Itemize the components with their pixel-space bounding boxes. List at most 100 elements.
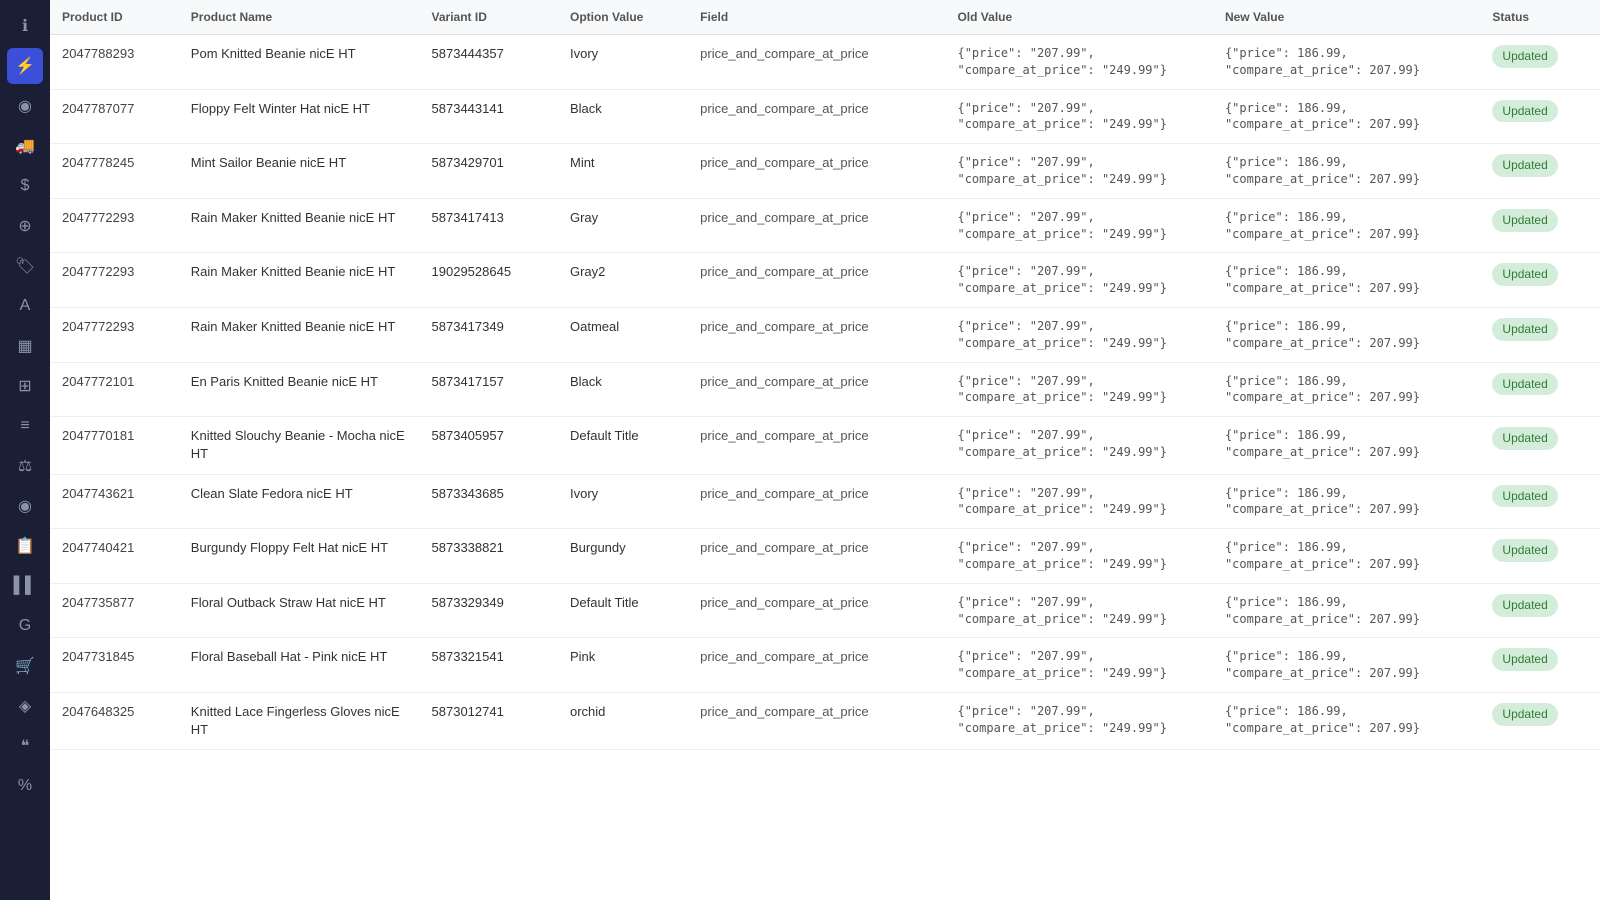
variant-id-cell: 5873012741 bbox=[420, 692, 558, 749]
dollar-icon[interactable]: $ bbox=[7, 168, 43, 204]
field-cell: price_and_compare_at_price bbox=[688, 144, 945, 199]
table-row: 2047740421Burgundy Floppy Felt Hat nicE … bbox=[50, 529, 1600, 584]
variant-id-cell: 5873343685 bbox=[420, 474, 558, 529]
eye-icon[interactable]: ◉ bbox=[7, 488, 43, 524]
product-id-cell: 2047778245 bbox=[50, 144, 179, 199]
new-value-cell: {"price": 186.99, "compare_at_price": 20… bbox=[1213, 144, 1480, 199]
option-value-cell: Pink bbox=[558, 638, 688, 693]
col-option-value: Option Value bbox=[558, 0, 688, 35]
field-cell: price_and_compare_at_price bbox=[688, 362, 945, 417]
old-value-cell: {"price": "207.99", "compare_at_price": … bbox=[945, 253, 1212, 308]
variant-id-cell: 5873443141 bbox=[420, 89, 558, 144]
new-value-cell: {"price": 186.99, "compare_at_price": 20… bbox=[1213, 198, 1480, 253]
info-icon[interactable]: ℹ bbox=[7, 8, 43, 44]
g-icon[interactable]: G bbox=[7, 608, 43, 644]
product-name-cell: Rain Maker Knitted Beanie nicE HT bbox=[179, 198, 420, 253]
product-id-cell: 2047740421 bbox=[50, 529, 179, 584]
option-value-cell: orchid bbox=[558, 692, 688, 749]
list-icon[interactable]: ≡ bbox=[7, 408, 43, 444]
new-value-cell: {"price": 186.99, "compare_at_price": 20… bbox=[1213, 35, 1480, 90]
cart-icon[interactable]: 🛒 bbox=[7, 648, 43, 684]
text-icon[interactable]: A bbox=[7, 288, 43, 324]
product-name-cell: Mint Sailor Beanie nicE HT bbox=[179, 144, 420, 199]
option-value-cell: Black bbox=[558, 89, 688, 144]
status-badge: Updated bbox=[1492, 318, 1557, 341]
tag-icon[interactable]: 🏷 bbox=[7, 248, 43, 284]
product-id-cell: 2047735877 bbox=[50, 583, 179, 638]
old-value-cell: {"price": "207.99", "compare_at_price": … bbox=[945, 417, 1212, 474]
variant-id-cell: 5873417413 bbox=[420, 198, 558, 253]
quote-icon[interactable]: ❝ bbox=[7, 728, 43, 764]
balance-icon[interactable]: ⚖ bbox=[7, 448, 43, 484]
old-value-cell: {"price": "207.99", "compare_at_price": … bbox=[945, 362, 1212, 417]
product-id-cell: 2047772293 bbox=[50, 198, 179, 253]
bolt-icon[interactable]: ⚡ bbox=[7, 48, 43, 84]
col-status: Status bbox=[1480, 0, 1600, 35]
status-cell: Updated bbox=[1480, 89, 1600, 144]
status-cell: Updated bbox=[1480, 417, 1600, 474]
new-value-cell: {"price": 186.99, "compare_at_price": 20… bbox=[1213, 307, 1480, 362]
new-value-cell: {"price": 186.99, "compare_at_price": 20… bbox=[1213, 583, 1480, 638]
product-id-cell: 2047787077 bbox=[50, 89, 179, 144]
col-product-name: Product Name bbox=[179, 0, 420, 35]
old-value-cell: {"price": "207.99", "compare_at_price": … bbox=[945, 307, 1212, 362]
status-badge: Updated bbox=[1492, 154, 1557, 177]
table-row: 2047743621Clean Slate Fedora nicE HT5873… bbox=[50, 474, 1600, 529]
percent-icon[interactable]: % bbox=[7, 768, 43, 804]
field-cell: price_and_compare_at_price bbox=[688, 198, 945, 253]
new-value-cell: {"price": 186.99, "compare_at_price": 20… bbox=[1213, 362, 1480, 417]
variant-id-cell: 5873417157 bbox=[420, 362, 558, 417]
product-name-cell: Floral Baseball Hat - Pink nicE HT bbox=[179, 638, 420, 693]
status-badge: Updated bbox=[1492, 263, 1557, 286]
col-field: Field bbox=[688, 0, 945, 35]
variant-id-cell: 5873338821 bbox=[420, 529, 558, 584]
layer-icon[interactable]: ◈ bbox=[7, 688, 43, 724]
variant-id-cell: 19029528645 bbox=[420, 253, 558, 308]
circle-icon[interactable]: ◉ bbox=[7, 88, 43, 124]
table-row: 2047787077Floppy Felt Winter Hat nicE HT… bbox=[50, 89, 1600, 144]
product-id-cell: 2047788293 bbox=[50, 35, 179, 90]
product-id-cell: 2047731845 bbox=[50, 638, 179, 693]
status-badge: Updated bbox=[1492, 594, 1557, 617]
product-name-cell: Rain Maker Knitted Beanie nicE HT bbox=[179, 253, 420, 308]
grid-icon[interactable]: ⊞ bbox=[7, 368, 43, 404]
status-cell: Updated bbox=[1480, 198, 1600, 253]
old-value-cell: {"price": "207.99", "compare_at_price": … bbox=[945, 692, 1212, 749]
product-name-cell: Clean Slate Fedora nicE HT bbox=[179, 474, 420, 529]
tag2-icon[interactable]: ⊕ bbox=[7, 208, 43, 244]
status-cell: Updated bbox=[1480, 692, 1600, 749]
note-icon[interactable]: 📋 bbox=[7, 528, 43, 564]
status-badge: Updated bbox=[1492, 373, 1557, 396]
new-value-cell: {"price": 186.99, "compare_at_price": 20… bbox=[1213, 89, 1480, 144]
data-table: Product ID Product Name Variant ID Optio… bbox=[50, 0, 1600, 750]
status-badge: Updated bbox=[1492, 539, 1557, 562]
field-cell: price_and_compare_at_price bbox=[688, 89, 945, 144]
product-id-cell: 2047772101 bbox=[50, 362, 179, 417]
option-value-cell: Ivory bbox=[558, 474, 688, 529]
barcode-icon[interactable]: ▌▌ bbox=[7, 568, 43, 604]
field-cell: price_and_compare_at_price bbox=[688, 35, 945, 90]
old-value-cell: {"price": "207.99", "compare_at_price": … bbox=[945, 583, 1212, 638]
field-cell: price_and_compare_at_price bbox=[688, 529, 945, 584]
variant-id-cell: 5873405957 bbox=[420, 417, 558, 474]
status-badge: Updated bbox=[1492, 648, 1557, 671]
grid2-icon[interactable]: ▦ bbox=[7, 328, 43, 364]
main-content: Product ID Product Name Variant ID Optio… bbox=[50, 0, 1600, 900]
new-value-cell: {"price": 186.99, "compare_at_price": 20… bbox=[1213, 253, 1480, 308]
status-cell: Updated bbox=[1480, 638, 1600, 693]
product-name-cell: Pom Knitted Beanie nicE HT bbox=[179, 35, 420, 90]
status-badge: Updated bbox=[1492, 485, 1557, 508]
status-cell: Updated bbox=[1480, 307, 1600, 362]
table-row: 2047770181Knitted Slouchy Beanie - Mocha… bbox=[50, 417, 1600, 474]
new-value-cell: {"price": 186.99, "compare_at_price": 20… bbox=[1213, 638, 1480, 693]
col-new-value: New Value bbox=[1213, 0, 1480, 35]
table-container[interactable]: Product ID Product Name Variant ID Optio… bbox=[50, 0, 1600, 900]
product-id-cell: 2047772293 bbox=[50, 253, 179, 308]
field-cell: price_and_compare_at_price bbox=[688, 474, 945, 529]
truck-icon[interactable]: 🚚 bbox=[7, 128, 43, 164]
product-name-cell: Rain Maker Knitted Beanie nicE HT bbox=[179, 307, 420, 362]
old-value-cell: {"price": "207.99", "compare_at_price": … bbox=[945, 35, 1212, 90]
status-cell: Updated bbox=[1480, 362, 1600, 417]
status-cell: Updated bbox=[1480, 474, 1600, 529]
field-cell: price_and_compare_at_price bbox=[688, 583, 945, 638]
